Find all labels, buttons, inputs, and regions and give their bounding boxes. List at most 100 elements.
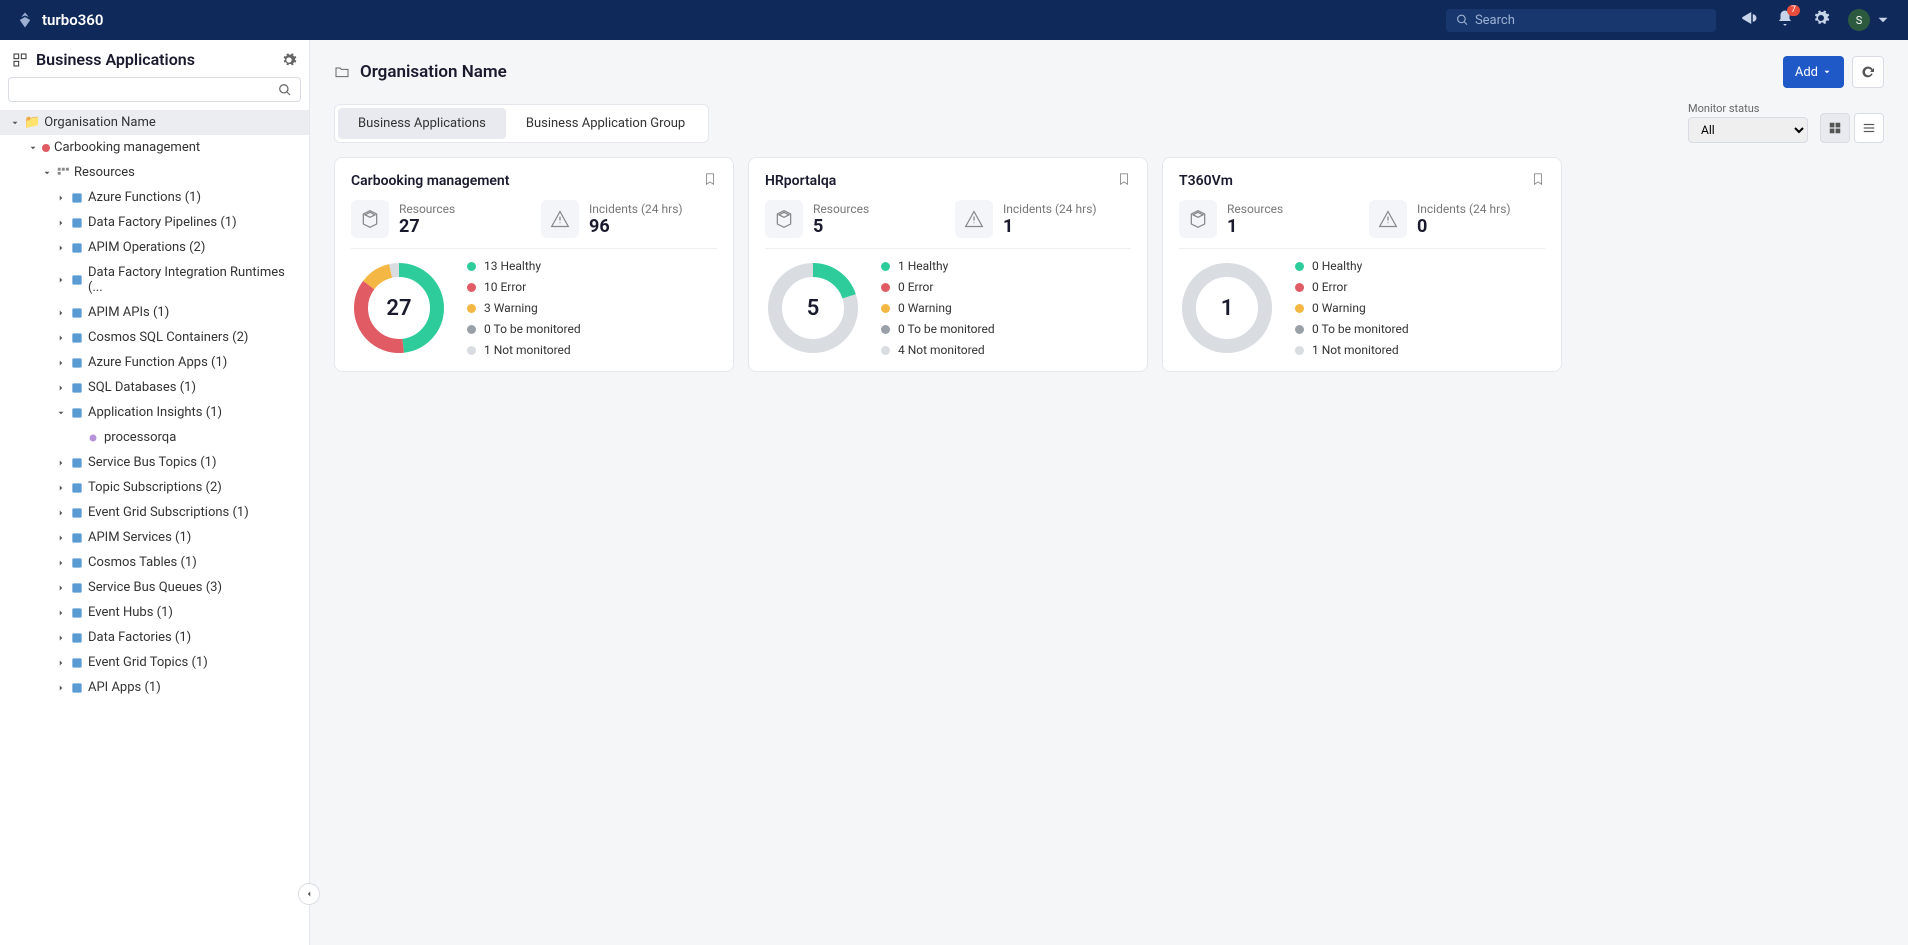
- app-header: turbo360 7 S: [0, 0, 1908, 40]
- apps-icon: [12, 52, 28, 68]
- legend-item: 3 Warning: [467, 301, 717, 315]
- bookmark-button[interactable]: [1117, 172, 1131, 190]
- monitor-status-filter: Monitor status All: [1688, 102, 1808, 143]
- tree-item[interactable]: Azure Function Apps (1): [0, 350, 309, 375]
- card-title: HRportalqa: [765, 173, 836, 189]
- tree-item[interactable]: Service Bus Topics (1): [0, 450, 309, 475]
- global-search[interactable]: [1446, 9, 1716, 32]
- sidebar-title: Business Applications: [36, 50, 273, 69]
- folder-icon: [334, 64, 350, 80]
- main-content: Organisation Name Add Business Applicati…: [310, 40, 1908, 945]
- notifications-icon[interactable]: 7: [1776, 9, 1794, 31]
- legend-item: 0 To be monitored: [1295, 322, 1545, 336]
- resource-type-icon: [70, 506, 84, 520]
- tree-item[interactable]: APIM Services (1): [0, 525, 309, 550]
- chart-legend: 0 Healthy0 Error0 Warning0 To be monitor…: [1295, 259, 1545, 357]
- tree-item[interactable]: APIM Operations (2): [0, 235, 309, 260]
- legend-item: 0 Error: [1295, 280, 1545, 294]
- chevron-right-icon: [56, 483, 66, 493]
- tab-business-application-group[interactable]: Business Application Group: [506, 108, 705, 139]
- app-card[interactable]: T360Vm Resources1 Incidents (24 hrs)0 1 …: [1162, 157, 1562, 372]
- chevron-left-icon: [304, 889, 314, 899]
- tree-item[interactable]: Topic Subscriptions (2): [0, 475, 309, 500]
- tree-item[interactable]: Event Grid Topics (1): [0, 650, 309, 675]
- tree-item[interactable]: Event Hubs (1): [0, 600, 309, 625]
- resource-type-icon: [70, 631, 84, 645]
- legend-item: 1 Not monitored: [467, 343, 717, 357]
- resource-type-icon: [70, 381, 84, 395]
- page-title: Organisation Name: [360, 62, 507, 82]
- chevron-right-icon: [56, 358, 66, 368]
- chart-legend: 13 Healthy10 Error3 Warning0 To be monit…: [467, 259, 717, 357]
- resource-type-icon: [70, 241, 84, 255]
- tree-item[interactable]: Event Grid Subscriptions (1): [0, 500, 309, 525]
- resource-type-icon: [70, 191, 84, 205]
- legend-item: 10 Error: [467, 280, 717, 294]
- user-menu[interactable]: S: [1848, 9, 1892, 31]
- resource-type-icon: [70, 331, 84, 345]
- tree-item[interactable]: API Apps (1): [0, 675, 309, 700]
- legend-item: 13 Healthy: [467, 259, 717, 273]
- settings-icon[interactable]: [1812, 9, 1830, 31]
- chevron-right-icon: [56, 308, 66, 318]
- avatar: S: [1848, 9, 1870, 31]
- tree-item[interactable]: SQL Databases (1): [0, 375, 309, 400]
- sidebar-search[interactable]: [8, 77, 301, 102]
- chevron-right-icon: [56, 458, 66, 468]
- chevron-right-icon: [56, 218, 66, 228]
- announcement-icon[interactable]: [1740, 9, 1758, 31]
- tree-app[interactable]: Carbooking management: [0, 135, 309, 160]
- chart-legend: 1 Healthy0 Error0 Warning0 To be monitor…: [881, 259, 1131, 357]
- sidebar-settings-icon[interactable]: [281, 52, 297, 68]
- chevron-down-icon: [56, 408, 66, 418]
- legend-item: 1 Not monitored: [1295, 343, 1545, 357]
- monitor-status-select[interactable]: All: [1688, 117, 1808, 143]
- tree-item[interactable]: APIM APIs (1): [0, 300, 309, 325]
- tree-item[interactable]: Application Insights (1): [0, 400, 309, 425]
- tree-root[interactable]: 📁Organisation Name: [0, 110, 309, 135]
- chevron-down-icon: [1822, 67, 1832, 77]
- chevron-down-icon: [1874, 11, 1892, 29]
- view-grid-button[interactable]: [1820, 113, 1850, 143]
- chevron-right-icon: [56, 683, 66, 693]
- refresh-button[interactable]: [1852, 56, 1884, 88]
- collapse-sidebar-button[interactable]: [298, 883, 320, 905]
- bookmark-button[interactable]: [703, 172, 717, 190]
- chevron-right-icon: [56, 383, 66, 393]
- tabs: Business Applications Business Applicati…: [334, 104, 709, 143]
- tree-item[interactable]: Cosmos Tables (1): [0, 550, 309, 575]
- chevron-right-icon: [56, 633, 66, 643]
- bookmark-button[interactable]: [1531, 172, 1545, 190]
- bookmark-icon: [703, 172, 717, 186]
- legend-item: 1 Healthy: [881, 259, 1131, 273]
- brand-logo[interactable]: turbo360: [16, 11, 103, 29]
- cube-icon: [1188, 209, 1208, 229]
- donut-chart: 27: [351, 260, 447, 356]
- tree-item[interactable]: Data Factories (1): [0, 625, 309, 650]
- app-card[interactable]: HRportalqa Resources5 Incidents (24 hrs)…: [748, 157, 1148, 372]
- resource-type-icon: [70, 273, 84, 287]
- chevron-right-icon: [56, 558, 66, 568]
- resource-type-icon: [70, 216, 84, 230]
- tree-leaf[interactable]: processorqa: [0, 425, 309, 450]
- warning-icon: [1378, 209, 1398, 229]
- tree-item[interactable]: Service Bus Queues (3): [0, 575, 309, 600]
- view-list-button[interactable]: [1854, 113, 1884, 143]
- tree-item[interactable]: Cosmos SQL Containers (2): [0, 325, 309, 350]
- chevron-right-icon: [56, 658, 66, 668]
- tree-item[interactable]: Data Factory Pipelines (1): [0, 210, 309, 235]
- sidebar-search-input[interactable]: [17, 82, 278, 97]
- tab-business-applications[interactable]: Business Applications: [338, 108, 506, 139]
- stat-resources: Resources5: [765, 200, 941, 238]
- warning-icon: [964, 209, 984, 229]
- tree-resources[interactable]: Resources: [0, 160, 309, 185]
- add-button[interactable]: Add: [1783, 56, 1844, 88]
- tree-item[interactable]: Azure Functions (1): [0, 185, 309, 210]
- bookmark-icon: [1117, 172, 1131, 186]
- tree-item[interactable]: Data Factory Integration Runtimes (...: [0, 260, 309, 300]
- search-input[interactable]: [1475, 13, 1706, 28]
- grid-icon: [1828, 121, 1842, 135]
- resource-type-icon: [70, 656, 84, 670]
- stat-incidents: Incidents (24 hrs)0: [1369, 200, 1545, 238]
- app-card[interactable]: Carbooking management Resources27 Incide…: [334, 157, 734, 372]
